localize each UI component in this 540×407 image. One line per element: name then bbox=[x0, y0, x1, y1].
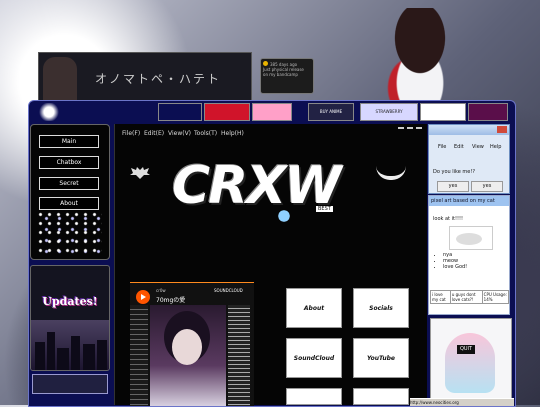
tile-extra-2[interactable] bbox=[353, 388, 409, 405]
button-strip: BUY ANIME STRAWBERRY bbox=[148, 103, 508, 121]
maximize-icon[interactable] bbox=[407, 127, 413, 129]
tile-socials[interactable]: Socials bbox=[353, 288, 409, 328]
dialog-menu-view[interactable]: View bbox=[472, 144, 484, 150]
dialog-menu-edit[interactable]: Edit bbox=[454, 144, 464, 150]
sidebar-item-chatbox[interactable]: Chatbox bbox=[39, 156, 99, 169]
sidebar-item-about[interactable]: About bbox=[39, 197, 99, 210]
menu-edit[interactable]: Edit(E) bbox=[144, 130, 164, 137]
header-banner: オノマトペ・ハテト bbox=[38, 52, 252, 106]
table-cell: CPU Usage: 14% bbox=[481, 290, 510, 304]
tile-youtube[interactable]: YouTube bbox=[353, 338, 409, 378]
close-icon[interactable] bbox=[416, 127, 422, 129]
logo-text: CRXW bbox=[172, 156, 342, 216]
glow-orb-icon bbox=[38, 103, 60, 121]
pixel-window-list: nya meow love God! bbox=[433, 252, 467, 270]
site-button-7[interactable] bbox=[468, 103, 508, 121]
logo-badge: BEST bbox=[316, 206, 333, 212]
updates-panel[interactable]: Updates! bbox=[30, 265, 110, 371]
crescent-moon-icon bbox=[376, 166, 406, 180]
tile-about[interactable]: About bbox=[286, 288, 342, 328]
yes-button-2[interactable]: yes bbox=[471, 181, 503, 192]
play-icon[interactable] bbox=[136, 290, 150, 304]
doll-image: QUIT bbox=[430, 318, 512, 402]
dialog-title-bar bbox=[429, 125, 509, 135]
bandcamp-notice[interactable]: 385 days ago Just physical release on my… bbox=[260, 58, 314, 94]
flower-pattern bbox=[36, 210, 102, 255]
list-item: love God! bbox=[443, 264, 467, 270]
bat-icon bbox=[130, 167, 150, 179]
site-button-strawberry[interactable]: STRAWBERRY bbox=[360, 103, 418, 121]
soundcloud-logo[interactable]: SOUNDCLOUD bbox=[214, 288, 243, 293]
menu-view[interactable]: View(V) bbox=[168, 130, 191, 137]
minimize-icon[interactable] bbox=[398, 127, 404, 129]
player-username[interactable]: cr0w bbox=[156, 288, 166, 293]
player-track-title[interactable]: 70mgの愛 bbox=[156, 295, 185, 304]
pixel-cat-image bbox=[449, 226, 493, 250]
site-button-3[interactable] bbox=[252, 103, 292, 121]
tile-extra-1[interactable] bbox=[286, 388, 342, 405]
soundcloud-player: cr0w 70mgの愛 SOUNDCLOUD bbox=[130, 282, 254, 406]
table-cell: i love my cat bbox=[430, 290, 451, 304]
banner-girl-image bbox=[43, 57, 77, 103]
tile-soundcloud[interactable]: SoundCloud bbox=[286, 338, 342, 378]
sidebar-item-main[interactable]: Main bbox=[39, 135, 99, 148]
pixel-window-title: pixel art based on my cat bbox=[429, 196, 509, 206]
dialog-question: Do you like me!? bbox=[433, 169, 476, 175]
notice-line-3: on my bandcamp bbox=[263, 72, 298, 77]
pixel-window-table: i love my cat u guys dont love cats?! CP… bbox=[430, 290, 510, 304]
dialog-close-icon[interactable] bbox=[497, 126, 507, 133]
menu-file[interactable]: File(F) bbox=[122, 130, 140, 137]
table-cell: u guys dont love cats?! bbox=[449, 290, 483, 304]
pixel-art-window: pixel art based on my cat look at it!!!!… bbox=[428, 195, 510, 315]
site-button-6[interactable] bbox=[420, 103, 466, 121]
track-artwork bbox=[150, 305, 226, 406]
site-button-1[interactable] bbox=[158, 103, 202, 121]
question-dialog: File Edit View Help Do you like me!? yes… bbox=[428, 124, 510, 194]
menu-help[interactable]: Help(H) bbox=[221, 130, 244, 137]
site-button-buy-anime[interactable]: BUY ANIME bbox=[308, 103, 354, 121]
anime-girl-image bbox=[370, 8, 470, 108]
doll-hair bbox=[445, 333, 495, 393]
notice-icon bbox=[263, 61, 268, 66]
yes-button-1[interactable]: yes bbox=[437, 181, 469, 192]
sidebar-item-secret[interactable]: Secret bbox=[39, 177, 99, 190]
pixel-window-caption: look at it!!!! bbox=[433, 216, 463, 222]
manga-strip-left bbox=[130, 305, 148, 406]
site-button-2[interactable] bbox=[204, 103, 250, 121]
city-skyline-image bbox=[31, 320, 109, 370]
manga-strip-right bbox=[228, 305, 250, 406]
dialog-menu-file[interactable]: File bbox=[438, 144, 446, 150]
quit-button[interactable]: QUIT bbox=[457, 345, 475, 354]
chibi-character-icon bbox=[276, 208, 292, 224]
updates-title: Updates! bbox=[42, 295, 98, 308]
banner-japanese-text: オノマトペ・ハテト bbox=[95, 72, 222, 86]
taskbar-url[interactable]: http://www.neocities.org bbox=[410, 400, 459, 405]
bottom-decoration bbox=[32, 374, 108, 394]
dialog-menu-help[interactable]: Help bbox=[490, 144, 501, 150]
menu-tools[interactable]: Tools(T) bbox=[194, 130, 217, 137]
table-row: i love my cat u guys dont love cats?! CP… bbox=[430, 290, 510, 304]
